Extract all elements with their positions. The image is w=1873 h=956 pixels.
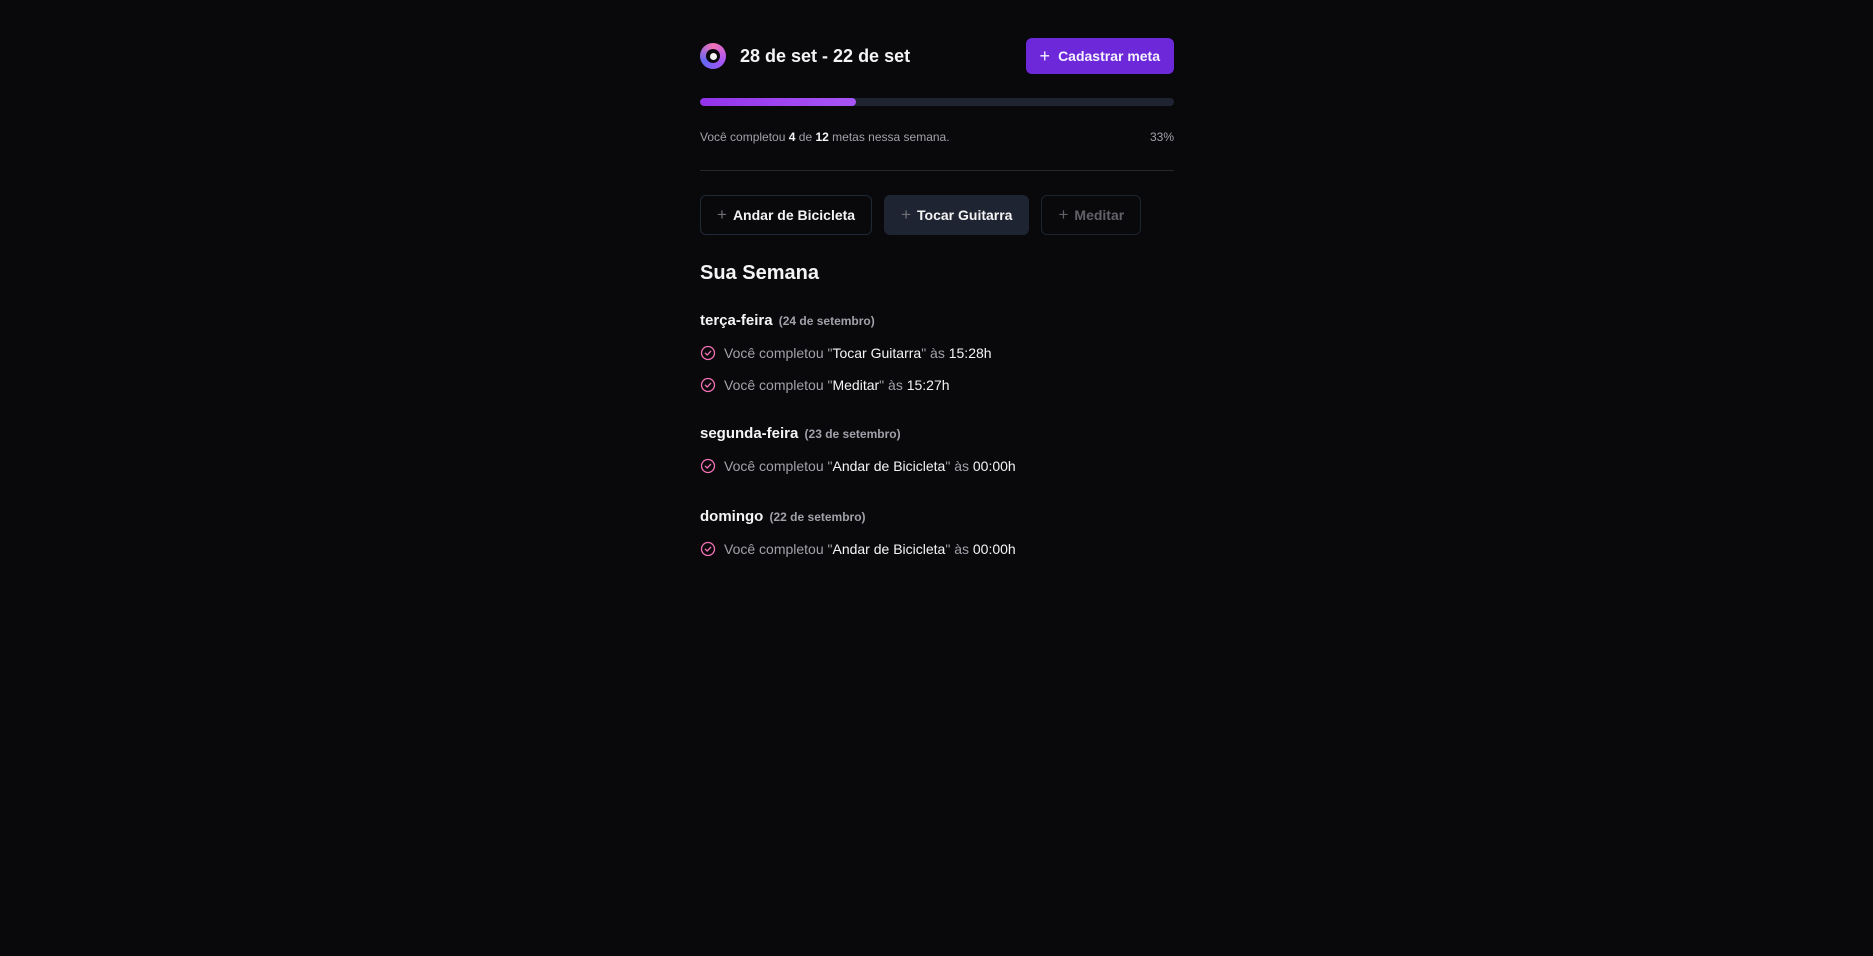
day-group: domingo (22 de setembro) Você completou "… — [700, 508, 1174, 557]
entry-time: 15:27h — [906, 377, 950, 393]
day-heading: terça-feira (24 de setembro) — [700, 312, 1174, 329]
goal-button[interactable]: + Meditar — [1041, 195, 1142, 235]
day-heading: segunda-feira (23 de setembro) — [700, 425, 1174, 442]
header: 28 de set - 22 de set + Cadastrar meta — [700, 38, 1174, 74]
goal-label: Andar de Bicicleta — [732, 207, 856, 223]
progress-summary: Você completou 4 de 12 metas nessa seman… — [700, 130, 1174, 144]
circle-check-icon — [700, 541, 716, 557]
entry-goal: Tocar Guitarra — [832, 345, 922, 361]
entry-goal: Andar de Bicicleta — [832, 458, 946, 474]
goal-label: Tocar Guitarra — [917, 207, 1013, 223]
total-count: 12 — [815, 130, 829, 144]
circle-check-icon — [700, 458, 716, 474]
week-range-title: 28 de set - 22 de set — [740, 45, 911, 66]
day-group: segunda-feira (23 de setembro) Você compl… — [700, 425, 1174, 474]
completed-goal-entry: Você completou "Andar de Bicicleta" às 0… — [700, 458, 1174, 474]
goal-button[interactable]: + Andar de Bicicleta — [700, 195, 873, 235]
progress-fill — [700, 98, 857, 106]
target-logo-icon — [700, 43, 726, 69]
entry-text: Você completou "Tocar Guitarra" às 15:28… — [724, 345, 992, 361]
day-group: terça-feira (24 de setembro) Você complet… — [700, 312, 1174, 393]
divider — [700, 170, 1174, 171]
entry-time: 00:00h — [972, 458, 1016, 474]
completed-goal-entry: Você completou "Meditar" às 15:27h — [700, 377, 1174, 393]
entry-text: Você completou "Andar de Bicicleta" às 0… — [724, 541, 1016, 557]
plus-icon: + — [901, 205, 912, 224]
entry-goal: Meditar — [832, 377, 880, 393]
day-date: (23 de setembro) — [804, 427, 901, 441]
day-name: domingo — [700, 508, 764, 525]
weekly-progress-bar — [700, 98, 1174, 106]
entry-goal: Andar de Bicicleta — [832, 541, 946, 557]
plus-icon: + — [717, 205, 727, 224]
create-goal-label: Cadastrar meta — [1058, 48, 1160, 64]
title-wrap: 28 de set - 22 de set — [700, 43, 910, 69]
entry-time: 00:00h — [972, 541, 1016, 557]
progress-percent: 33% — [1149, 130, 1174, 144]
day-date: (22 de setembro) — [769, 510, 866, 524]
entry-text: Você completou "Andar de Bicicleta" às 0… — [724, 458, 1016, 474]
completed-count: 4 — [788, 130, 796, 144]
day-heading: domingo (22 de setembro) — [700, 508, 1174, 525]
entry-text: Você completou "Meditar" às 15:27h — [724, 377, 950, 393]
completed-goal-entry: Você completou "Tocar Guitarra" às 15:28… — [700, 345, 1174, 361]
goal-button[interactable]: + Tocar Guitarra — [884, 195, 1030, 235]
pending-goals: + Andar de Bicicleta + Tocar Guitarra + Medit… — [700, 195, 1142, 235]
day-date: (24 de setembro) — [778, 314, 875, 328]
week-section-title: Sua Semana — [700, 262, 819, 284]
day-name: segunda-feira — [700, 425, 799, 442]
completed-goal-entry: Você completou "Andar de Bicicleta" às 0… — [700, 541, 1174, 557]
entry-time: 15:28h — [948, 345, 992, 361]
circle-check-icon — [700, 345, 716, 361]
plus-icon: + — [1058, 205, 1069, 224]
day-name: terça-feira — [700, 312, 773, 329]
goal-label: Meditar — [1074, 207, 1125, 223]
circle-check-icon — [700, 377, 716, 393]
plus-icon: + — [1039, 46, 1051, 66]
create-goal-button[interactable]: + Cadastrar meta — [1025, 38, 1174, 74]
progress-text: Você completou 4 de 12 metas nessa seman… — [700, 130, 950, 144]
